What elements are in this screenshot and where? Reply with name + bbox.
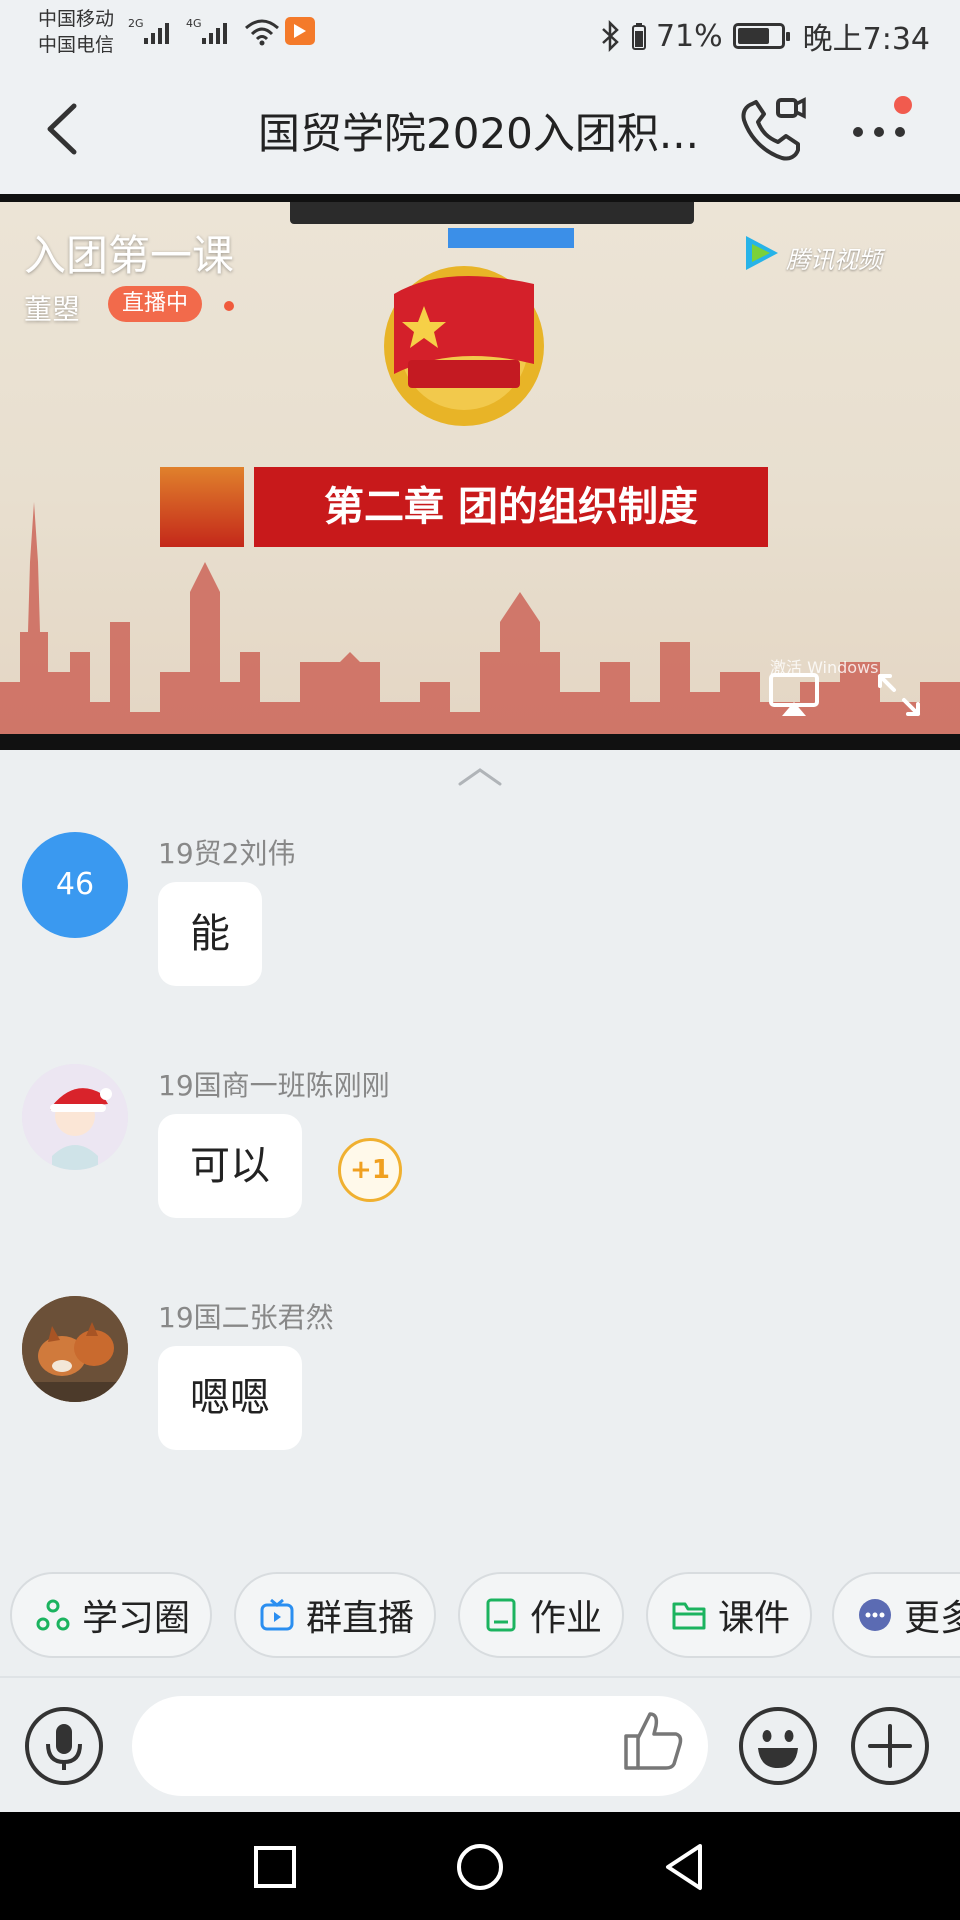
chat-message: 19国商一班陈刚刚 可以 +1 [0,1064,960,1264]
slide-image [160,467,244,547]
thumbs-up-icon[interactable] [620,1708,686,1774]
chat-message: 46 19贸2刘伟 能 [0,832,960,1032]
live-dot [224,301,234,311]
plus-one-reaction-button[interactable]: +1 [338,1138,402,1202]
chip-label: 学习圈 [82,1598,191,1639]
tv-live-icon [260,1598,294,1631]
folder-icon [672,1602,706,1630]
status-bar: 中国移动 中国电信 2G 4G 71% 晚上7:34 [0,0,960,64]
slide-heading: 第二章 团的组织制度 [324,484,698,530]
avatar[interactable] [22,1296,128,1402]
chip-homework[interactable]: 作业 [458,1572,624,1658]
message-bubble[interactable]: 可以 [158,1114,302,1218]
avatar-illustration [22,1064,128,1170]
live-video-frame: 第二章 团的组织制度 入团第一课 董曌 直播中 腾讯视频 激活 Windows [0,202,960,734]
chip-label: 课件 [718,1598,791,1639]
league-emblem [384,266,544,426]
sender-name: 19贸2刘伟 [158,837,296,870]
avatar[interactable] [22,1064,128,1170]
platform-logo: 腾讯视频 [786,246,882,274]
chip-more[interactable]: 更多 [832,1572,960,1658]
clock: 晚上7:34 [802,22,930,57]
live-video-player[interactable]: 第二章 团的组织制度 入团第一课 董曌 直播中 腾讯视频 激活 Windows [0,194,960,750]
emoji-icon[interactable] [738,1706,818,1786]
chip-learning-circle[interactable]: 学习圈 [10,1572,212,1658]
avatar[interactable]: 46 [22,832,128,938]
notebook-icon [486,1598,516,1632]
fullscreen-icon[interactable] [876,672,922,718]
bluetooth-icon [602,20,619,52]
wifi-icon [245,19,279,46]
live-badge: 直播中 [108,286,203,322]
sender-name: 19国商一班陈刚刚 [158,1069,390,1102]
presenter-popup [448,228,574,248]
signal-icon: 2G [128,17,169,44]
chip-label: 更多 [904,1598,960,1639]
back-triangle-icon[interactable] [658,1840,712,1894]
more-circle-icon [859,1599,891,1631]
chip-label: 作业 [530,1598,603,1639]
carrier-2: 中国电信 [38,34,115,56]
back-arrow-icon[interactable] [34,94,94,164]
status-right: 71% 晚上7:34 [600,14,930,58]
presenter-toolbar [290,202,694,224]
app-notification-icon [285,17,315,45]
video-call-icon[interactable] [738,94,808,164]
chip-label: 群直播 [306,1598,415,1639]
plus-circle-icon[interactable] [850,1706,930,1786]
system-nav-bar [0,1812,960,1920]
network-type-2: 4G [186,17,202,30]
carrier-1: 中国移动 [38,8,115,30]
sender-name: 19国二张君然 [158,1301,334,1334]
collapse-chevron-icon[interactable] [456,764,504,790]
notification-dot [894,96,912,114]
network-type-1: 2G [128,17,144,30]
chat-message: 19国二张君然 嗯嗯 [0,1296,960,1496]
message-bubble[interactable]: 能 [158,882,262,986]
group-title: 国贸学院2020入团积... [258,109,699,158]
quick-action-bar: 学习圈 群直播 作业 课件 更多 [0,1572,960,1660]
chip-group-live[interactable]: 群直播 [234,1572,436,1658]
header: 国贸学院2020入团积... [0,64,960,194]
tencent-video-logo-icon [746,236,778,270]
cast-screen-icon[interactable] [768,672,820,718]
battery-percent: 71% [655,18,723,54]
message-bubble[interactable]: 嗯嗯 [158,1346,302,1450]
signal-icon-2: 4G [186,17,227,44]
circle-nodes-icon [36,1599,70,1631]
input-bar [0,1678,960,1812]
home-icon[interactable] [453,1840,507,1894]
recent-apps-icon[interactable] [248,1840,302,1894]
battery-icon [732,23,790,49]
course-title: 入团第一课 [24,231,235,280]
host-name: 董曌 [24,293,81,326]
microphone-icon[interactable] [24,1706,104,1786]
chip-courseware[interactable]: 课件 [646,1572,812,1658]
carrier-info: 中国移动 中国电信 [38,6,114,58]
battery-fill [737,28,769,44]
avatar-fox-photo [22,1296,128,1402]
battery-small-icon [631,23,646,50]
